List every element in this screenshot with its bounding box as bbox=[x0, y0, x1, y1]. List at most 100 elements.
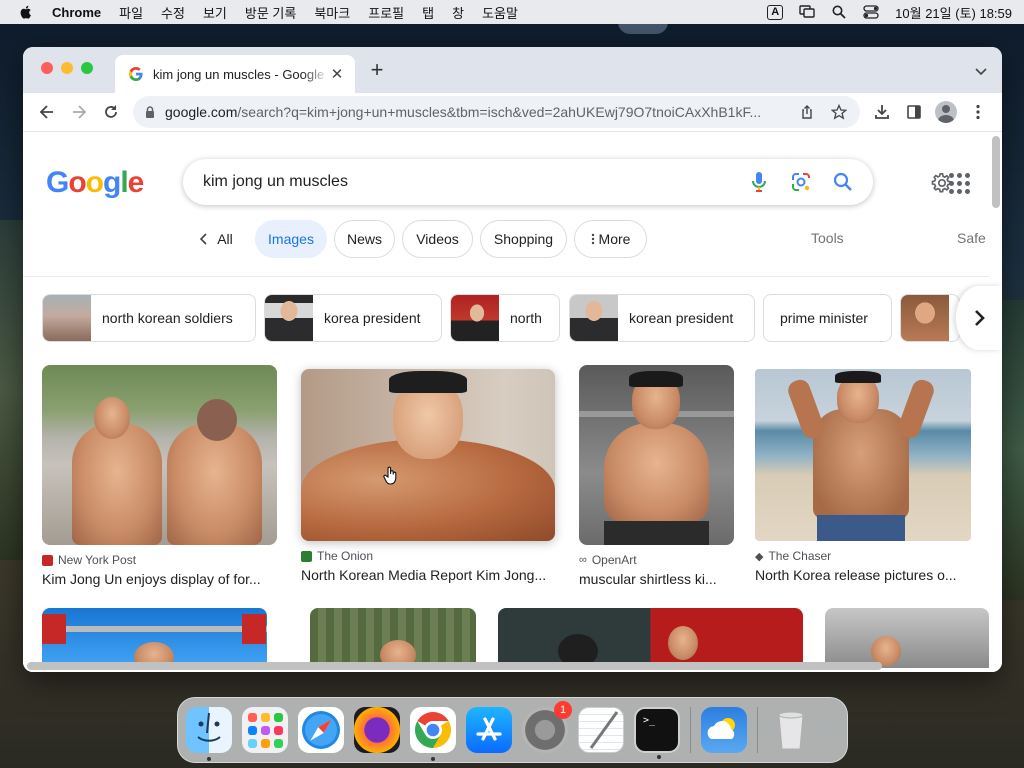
horizontal-scrollbar[interactable] bbox=[27, 662, 882, 670]
dock-safari[interactable] bbox=[298, 707, 344, 753]
filter-all[interactable]: All bbox=[193, 220, 239, 258]
input-source-indicator[interactable]: A bbox=[767, 4, 784, 20]
menu-bookmarks[interactable]: 북마크 bbox=[314, 3, 350, 22]
hand-cursor-icon bbox=[383, 466, 397, 485]
menu-help[interactable]: 도움말 bbox=[482, 3, 518, 22]
result-source: New York Post bbox=[42, 553, 277, 567]
dock-textedit[interactable] bbox=[578, 707, 624, 753]
url-path: /search?q=kim+jong+un+muscles&tbm=isch&v… bbox=[237, 104, 762, 120]
downloads-button[interactable] bbox=[866, 96, 898, 128]
control-center-icon[interactable] bbox=[863, 5, 879, 19]
url-text[interactable]: google.com/search?q=kim+jong+un+muscles&… bbox=[165, 104, 786, 120]
related-chip[interactable]: north bbox=[450, 294, 560, 342]
back-button[interactable] bbox=[31, 96, 63, 128]
dock-finder[interactable] bbox=[186, 707, 232, 761]
search-box[interactable]: kim jong un muscles bbox=[183, 159, 873, 205]
filter-images[interactable]: Images bbox=[255, 220, 327, 258]
filter-images-label: Images bbox=[268, 231, 314, 247]
dock-app-store[interactable] bbox=[466, 707, 512, 753]
image-result[interactable]: ◆ The Chaser North Korea release pictures… bbox=[755, 365, 971, 583]
zoom-window-button[interactable] bbox=[81, 62, 93, 74]
related-chip[interactable]: north korean soldiers bbox=[42, 294, 256, 342]
search-input[interactable]: kim jong un muscles bbox=[203, 173, 729, 191]
result-thumbnail[interactable] bbox=[579, 365, 734, 545]
bookmark-star-icon[interactable] bbox=[828, 101, 850, 123]
image-result[interactable] bbox=[310, 608, 476, 668]
menu-profiles[interactable]: 프로필 bbox=[368, 3, 404, 22]
result-source-name: OpenArt bbox=[591, 553, 637, 567]
tools-button[interactable]: Tools bbox=[811, 230, 844, 246]
logo-letter: o bbox=[85, 166, 104, 199]
screen-mirroring-icon[interactable] bbox=[799, 5, 815, 19]
tab-active[interactable]: kim jong un muscles - Google Search ✕ bbox=[115, 55, 355, 93]
menu-edit[interactable]: 수정 bbox=[161, 3, 185, 22]
menu-clock[interactable]: 10월 21일 (토) 18:59 bbox=[895, 3, 1012, 22]
related-next-button[interactable] bbox=[956, 286, 1002, 350]
result-thumbnail[interactable] bbox=[42, 365, 277, 545]
dock-chrome[interactable] bbox=[410, 707, 456, 761]
image-result[interactable] bbox=[498, 608, 803, 668]
minimize-window-button[interactable] bbox=[61, 62, 73, 74]
filter-news-label: News bbox=[346, 231, 382, 247]
safesearch-button[interactable]: Safe bbox=[957, 230, 986, 246]
close-tab-icon[interactable]: ✕ bbox=[329, 65, 345, 83]
result-title[interactable]: Kim Jong Un enjoys display of for... bbox=[42, 571, 277, 587]
voice-search-microphone-icon[interactable] bbox=[747, 170, 771, 194]
google-apps-grid-icon[interactable] bbox=[948, 172, 970, 194]
chrome-menu-button[interactable] bbox=[962, 96, 994, 128]
result-title[interactable]: North Korean Media Report Kim Jong... bbox=[301, 567, 555, 583]
spotlight-search-icon[interactable] bbox=[831, 5, 847, 19]
image-result[interactable]: ∞ OpenArt muscular shirtless ki... bbox=[579, 365, 734, 587]
menu-view[interactable]: 보기 bbox=[203, 3, 227, 22]
menu-window[interactable]: 창 bbox=[452, 3, 464, 22]
dock-trash[interactable] bbox=[768, 707, 814, 753]
site-info-lock-icon[interactable] bbox=[143, 105, 157, 119]
dock-terminal[interactable]: >_ bbox=[634, 707, 680, 759]
dock-firefox[interactable] bbox=[354, 707, 400, 753]
dock-system-settings[interactable]: 1 bbox=[522, 701, 572, 753]
weather-cloud-icon bbox=[707, 718, 735, 739]
google-lens-camera-icon[interactable] bbox=[789, 170, 813, 194]
tab-search-chevron-icon[interactable] bbox=[974, 64, 988, 78]
filter-news[interactable]: News bbox=[334, 220, 395, 258]
reload-button[interactable] bbox=[95, 96, 127, 128]
dock-launchpad[interactable] bbox=[242, 707, 288, 753]
new-tab-button[interactable]: + bbox=[367, 59, 387, 81]
dock-weather[interactable] bbox=[701, 707, 747, 753]
profile-button[interactable] bbox=[930, 96, 962, 128]
filter-videos[interactable]: Videos bbox=[402, 220, 473, 258]
result-thumbnail[interactable] bbox=[755, 369, 971, 541]
filter-more[interactable]: More bbox=[574, 220, 647, 258]
related-chip[interactable] bbox=[900, 294, 960, 342]
desktop-wallpaper-left bbox=[0, 220, 24, 560]
forward-button[interactable] bbox=[63, 96, 95, 128]
side-panel-button[interactable] bbox=[898, 96, 930, 128]
related-chip[interactable]: korea president bbox=[264, 294, 442, 342]
menu-file[interactable]: 파일 bbox=[119, 3, 143, 22]
related-chip[interactable]: prime minister bbox=[763, 294, 892, 342]
result-thumbnail[interactable] bbox=[301, 369, 555, 541]
result-title[interactable]: muscular shirtless ki... bbox=[579, 571, 734, 587]
image-result[interactable]: New York Post Kim Jong Un enjoys display… bbox=[42, 365, 277, 587]
related-chip[interactable]: korean president bbox=[569, 294, 755, 342]
chevron-left-icon bbox=[200, 233, 207, 245]
search-magnifier-icon[interactable] bbox=[831, 170, 855, 194]
image-result[interactable] bbox=[825, 608, 989, 668]
menu-tab[interactable]: 탭 bbox=[422, 3, 434, 22]
menu-history[interactable]: 방문 기록 bbox=[245, 3, 296, 22]
menu-app-name[interactable]: Chrome bbox=[52, 5, 101, 20]
filter-shopping[interactable]: Shopping bbox=[480, 220, 567, 258]
share-icon[interactable] bbox=[796, 101, 818, 123]
more-dots-icon bbox=[591, 233, 594, 245]
person-head bbox=[197, 399, 237, 441]
result-source: ∞ OpenArt bbox=[579, 553, 734, 567]
image-result[interactable] bbox=[42, 608, 267, 668]
vertical-scrollbar[interactable] bbox=[992, 136, 1000, 208]
google-logo[interactable]: Google bbox=[46, 166, 144, 200]
apple-menu-icon[interactable] bbox=[18, 4, 34, 20]
image-result[interactable]: The Onion North Korean Media Report Kim … bbox=[301, 365, 555, 583]
address-bar[interactable]: google.com/search?q=kim+jong+un+muscles&… bbox=[133, 96, 860, 128]
result-title[interactable]: North Korea release pictures o... bbox=[755, 567, 971, 583]
filter-all-label: All bbox=[217, 231, 233, 247]
close-window-button[interactable] bbox=[41, 62, 53, 74]
